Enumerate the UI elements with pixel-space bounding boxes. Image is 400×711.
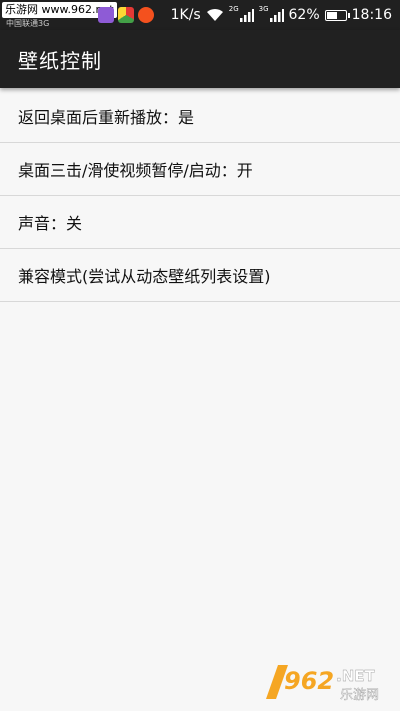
setting-sound[interactable]: 声音：关 bbox=[0, 196, 400, 249]
app-bar: 壁纸控制 bbox=[0, 30, 400, 88]
signal-icon bbox=[269, 9, 284, 22]
status-bar: 乐游网 www.962.net 中国联通3G 1K/s 2G 3G 62% 18… bbox=[0, 0, 400, 30]
setting-label: 桌面三击/滑使视频暂停/启动：开 bbox=[18, 161, 253, 180]
setting-label: 兼容模式(尝试从动态壁纸列表设置) bbox=[18, 267, 271, 286]
page-title: 壁纸控制 bbox=[18, 48, 102, 73]
setting-replay-on-home[interactable]: 返回桌面后重新播放：是 bbox=[0, 90, 400, 143]
network-type-2g: 2G bbox=[228, 5, 239, 13]
setting-compatibility-mode[interactable]: 兼容模式(尝试从动态壁纸列表设置) bbox=[0, 249, 400, 302]
wifi-icon bbox=[206, 8, 223, 21]
network-speed: 1K/s bbox=[170, 7, 201, 23]
weibo-icon bbox=[138, 7, 154, 23]
battery-percent: 62% bbox=[288, 7, 320, 23]
setting-label: 返回桌面后重新播放：是 bbox=[18, 108, 195, 127]
clock: 18:16 bbox=[351, 7, 392, 23]
signal-icon bbox=[239, 9, 254, 22]
battery-icon bbox=[324, 9, 350, 21]
watermark-name: 乐游网 bbox=[340, 688, 379, 703]
setting-label: 声音：关 bbox=[18, 214, 83, 233]
network-type-3g: 3G bbox=[258, 5, 269, 13]
setting-triple-tap-pause[interactable]: 桌面三击/滑使视频暂停/启动：开 bbox=[0, 143, 400, 196]
purple-app-icon bbox=[98, 7, 114, 23]
watermark-suffix: .NET bbox=[336, 667, 375, 685]
watermark-logo: 962 .NET 乐游网 bbox=[266, 665, 379, 703]
chrome-like-icon bbox=[118, 7, 134, 23]
settings-list: 返回桌面后重新播放：是 桌面三击/滑使视频暂停/启动：开 声音：关 兼容模式(尝… bbox=[0, 90, 400, 302]
watermark-number: 962 bbox=[284, 667, 334, 695]
carrier-label: 中国联通3G bbox=[6, 19, 50, 28]
